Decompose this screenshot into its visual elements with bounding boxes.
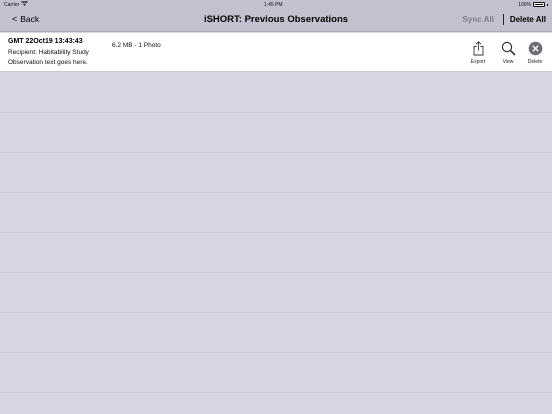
list-divider — [0, 272, 552, 273]
battery-percent: 100% — [518, 1, 531, 8]
status-left: Carrier — [4, 0, 29, 8]
navigation-bar: < Back iSHORT: Previous Observations Syn… — [0, 9, 552, 32]
list-divider — [0, 392, 552, 393]
list-divider — [0, 152, 552, 153]
list-divider — [0, 192, 552, 193]
empty-list-area — [0, 72, 552, 414]
delete-all-button[interactable]: Delete All — [510, 15, 546, 24]
magnifier-icon — [501, 40, 516, 57]
delete-button[interactable]: Delete — [522, 40, 548, 65]
observation-size: 6.2 MB - 1 Photo — [112, 42, 161, 49]
share-icon — [473, 40, 484, 57]
observation-recipient: Recipient: Habitability Study — [8, 49, 89, 56]
battery-tip — [546, 3, 548, 6]
wifi-icon — [21, 0, 29, 8]
view-label: View — [502, 59, 514, 65]
close-circle-icon — [528, 40, 543, 57]
nav-separator — [502, 14, 504, 25]
list-divider — [0, 112, 552, 113]
export-button[interactable]: Export — [465, 40, 491, 65]
delete-label: Delete — [527, 59, 543, 65]
observation-row[interactable]: GMT 22Oct19 13:43:43 Recipient: Habitabi… — [0, 33, 552, 72]
observation-timestamp: GMT 22Oct19 13:43:43 — [8, 38, 83, 45]
list-divider — [0, 312, 552, 313]
list-divider — [0, 352, 552, 353]
nav-actions: Sync All Delete All — [463, 14, 546, 25]
sync-all-button[interactable]: Sync All — [463, 15, 503, 24]
battery-icon — [532, 2, 545, 7]
observation-text: Observation text goes here. — [8, 59, 88, 66]
list-divider — [0, 232, 552, 233]
status-time: 1:45 PM — [263, 1, 283, 8]
export-label: Export — [470, 59, 486, 65]
status-right: 100% — [518, 2, 548, 8]
carrier-label: Carrier — [4, 1, 20, 8]
view-button[interactable]: View — [495, 40, 521, 65]
status-bar: Carrier 1:45 PM 100% — [0, 0, 552, 9]
